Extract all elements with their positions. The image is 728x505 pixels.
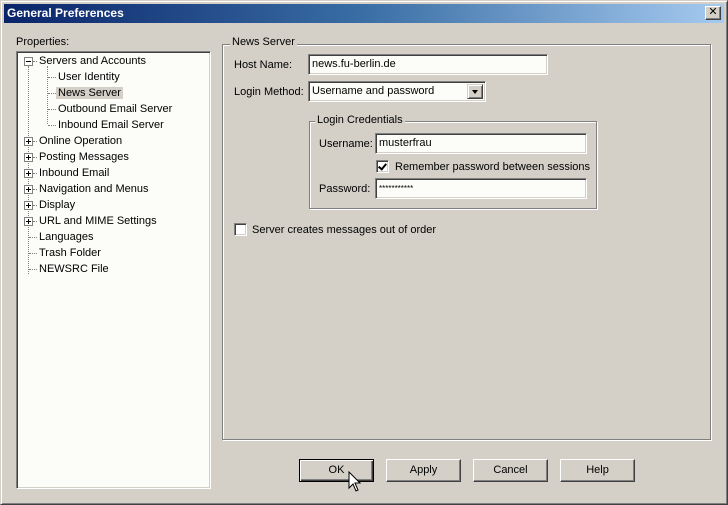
password-label: Password:	[319, 183, 371, 195]
tree-item-inbound-email-server[interactable]: Inbound Email Server	[56, 117, 166, 133]
expand-plus-icon[interactable]	[24, 217, 33, 226]
expand-plus-icon[interactable]	[24, 137, 33, 146]
tree-item-outbound-email-server[interactable]: Outbound Email Server	[56, 101, 174, 117]
expand-plus-icon[interactable]	[24, 185, 33, 194]
expand-plus-icon[interactable]	[24, 201, 33, 210]
out-of-order-checkbox[interactable]	[234, 223, 247, 236]
window-title: General Preferences	[7, 6, 124, 20]
login-method-value: Username and password	[312, 85, 435, 97]
login-method-label: Login Method:	[234, 86, 304, 98]
tree-item-label: User Identity	[58, 71, 120, 83]
help-button[interactable]: Help	[560, 459, 635, 482]
title-bar[interactable]: General Preferences ✕	[4, 4, 724, 23]
tree-item-label: Navigation and Menus	[39, 183, 149, 195]
close-button[interactable]: ✕	[705, 6, 721, 20]
tree-item-label: Trash Folder	[39, 247, 101, 259]
tree-item-label: Posting Messages	[39, 151, 129, 163]
expand-plus-icon[interactable]	[24, 153, 33, 162]
tree-connector	[48, 77, 56, 78]
tree-item-label: NEWSRC File	[39, 263, 109, 275]
login-credentials-group-title: Login Credentials	[315, 114, 405, 127]
tree-item-label: Display	[39, 199, 76, 211]
tree-item-label: News Server	[56, 87, 123, 99]
tree-connector	[48, 93, 56, 94]
tree-item-user-identity[interactable]: User Identity	[56, 69, 122, 85]
collapse-minus-icon[interactable]	[24, 57, 33, 66]
tree-item-newsrc-file[interactable]: NEWSRC File	[37, 261, 111, 277]
cancel-button[interactable]: Cancel	[473, 459, 548, 482]
close-x-icon: ✕	[708, 6, 718, 18]
properties-tree[interactable]: Servers and Accounts User Identity News …	[16, 51, 211, 489]
login-method-select[interactable]: Username and password	[308, 81, 486, 102]
tree-item-label: Online Operation	[39, 135, 123, 147]
username-input[interactable]: musterfrau	[375, 133, 587, 154]
tree-item-languages[interactable]: Languages	[37, 229, 95, 245]
apply-button[interactable]: Apply	[386, 459, 461, 482]
tree-connector	[29, 269, 37, 270]
tree-item-news-server[interactable]: News Server	[56, 85, 123, 101]
tree-connector	[29, 253, 37, 254]
password-input[interactable]: ***********	[375, 178, 587, 199]
news-server-group	[222, 44, 711, 440]
tree-connector	[48, 109, 56, 110]
tree-connector	[47, 66, 48, 124]
remember-password-label[interactable]: Remember password between sessions	[395, 160, 590, 174]
dropdown-arrow-icon[interactable]	[467, 84, 483, 99]
ok-button[interactable]: OK	[299, 459, 374, 482]
tree-item-label: Languages	[39, 231, 94, 243]
tree-item-label: Inbound Email	[39, 167, 110, 179]
username-label: Username:	[319, 138, 373, 150]
tree-item-label: Outbound Email Server	[58, 103, 173, 115]
expand-plus-icon[interactable]	[24, 169, 33, 178]
host-name-input[interactable]: news.fu-berlin.de	[308, 54, 548, 75]
tree-connector	[48, 125, 56, 126]
out-of-order-label[interactable]: Server creates messages out of order	[252, 223, 436, 237]
tree-connector	[29, 237, 37, 238]
tree-item-label: Servers and Accounts	[39, 55, 147, 67]
host-name-label: Host Name:	[234, 59, 293, 71]
mouse-cursor-icon	[348, 471, 362, 492]
tree-item-label: Inbound Email Server	[58, 119, 164, 131]
properties-label: Properties:	[16, 36, 70, 48]
remember-password-checkbox[interactable]	[376, 160, 389, 173]
tree-item-label: URL and MIME Settings	[39, 215, 157, 227]
tree-item-trash-folder[interactable]: Trash Folder	[37, 245, 103, 261]
news-server-group-title: News Server	[230, 36, 297, 49]
